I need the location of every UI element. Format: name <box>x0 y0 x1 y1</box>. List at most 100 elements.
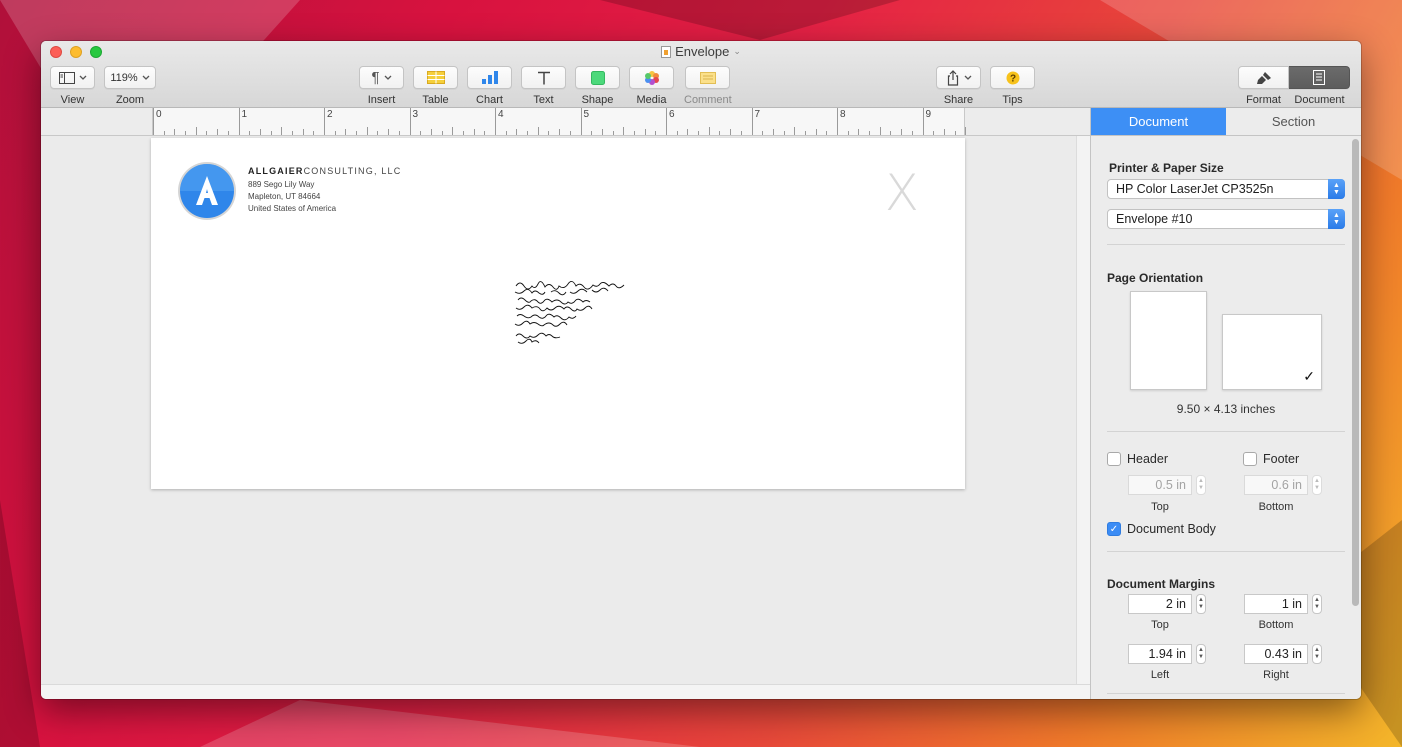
company-name: ALLGAIERCONSULTING, LLC <box>248 166 401 176</box>
share-label: Share <box>943 94 974 106</box>
address-line: Mapleton, UT 84664 <box>248 192 321 201</box>
printer-value: HP Color LaserJet CP3525n <box>1116 182 1274 196</box>
chevron-down-icon <box>384 75 391 80</box>
divider <box>1107 244 1345 245</box>
bar-chart-icon <box>481 71 498 84</box>
sidebar-icon <box>58 71 75 84</box>
envelope-page[interactable]: ALLGAIERCONSULTING, LLC 889 Sego Lily Wa… <box>151 138 965 489</box>
footer-offset-field[interactable]: 0.6 in <box>1244 475 1308 495</box>
comment-button[interactable] <box>685 66 731 89</box>
ruler-number: 3 <box>412 109 419 120</box>
printer-popup[interactable]: HP Color LaserJet CP3525n ▲ ▼ <box>1107 179 1345 199</box>
window-title[interactable]: Envelope ⌄ <box>41 44 1361 59</box>
margin-bottom-field[interactable]: 1 in <box>1244 594 1308 614</box>
inspector-body: Printer & Paper Size HP Color LaserJet C… <box>1091 136 1349 699</box>
table-label: Table <box>422 94 449 106</box>
shape-button[interactable] <box>575 66 620 89</box>
table-button[interactable] <box>413 66 458 89</box>
photos-icon <box>644 70 659 85</box>
address-line: United States of America <box>248 204 337 213</box>
comment-icon <box>699 71 716 84</box>
footer-offset-stepper[interactable]: ▲ ▼ <box>1312 475 1322 495</box>
document-body-checkbox[interactable]: ✓ <box>1107 522 1121 536</box>
divider <box>1107 551 1345 552</box>
ruler-band: 0 1 2 3 4 5 6 7 8 9 <box>152 108 966 135</box>
share-tool: Share <box>936 66 981 106</box>
tab-document[interactable]: Document <box>1091 108 1226 135</box>
footer-checkbox[interactable] <box>1243 452 1257 466</box>
footer-checkbox-label: Footer <box>1263 452 1300 466</box>
pages-document-icon <box>661 45 672 58</box>
header-offset-field[interactable]: 0.5 in <box>1128 475 1192 495</box>
margin-bottom-stepper[interactable]: ▲ ▼ <box>1312 594 1322 614</box>
stamp-placeholder: X <box>884 164 919 222</box>
text-tool: Text <box>521 66 566 106</box>
tab-section[interactable]: Section <box>1226 108 1361 135</box>
document-icon <box>1313 70 1325 85</box>
tips-button[interactable]: ? <box>990 66 1035 89</box>
document-button[interactable] <box>1289 66 1350 89</box>
document-label: Document <box>1294 94 1345 106</box>
media-label: Media <box>636 94 667 106</box>
document-body-label: Document Body <box>1127 522 1216 536</box>
ruler-number: 1 <box>241 109 248 120</box>
window-title-text: Envelope <box>675 44 730 59</box>
format-label: Format <box>1246 94 1281 106</box>
insert-button[interactable]: ¶ <box>359 66 404 89</box>
chart-button[interactable] <box>467 66 512 89</box>
comment-tool: Comment <box>684 66 732 106</box>
document-canvas[interactable]: ALLGAIERCONSULTING, LLC 889 Sego Lily Wa… <box>41 136 1076 684</box>
margin-right-stepper[interactable]: ▲ ▼ <box>1312 644 1322 664</box>
view-label: View <box>60 94 85 106</box>
document-inspector: Document Section Printer & Paper Size HP… <box>1090 108 1361 699</box>
header-offset-label: Top <box>1151 501 1169 513</box>
margin-top-stepper[interactable]: ▲ ▼ <box>1196 594 1206 614</box>
text-t-icon <box>537 71 550 84</box>
zoom-popup[interactable]: 119% <box>104 66 156 89</box>
chart-label: Chart <box>476 94 503 106</box>
divider <box>1107 431 1345 432</box>
share-button[interactable] <box>936 66 981 89</box>
header-checkbox[interactable] <box>1107 452 1121 466</box>
footer-offset-label: Bottom <box>1258 501 1294 513</box>
table-icon <box>426 71 445 84</box>
updown-arrows-icon: ▲ ▼ <box>1328 179 1345 199</box>
header-offset-stepper[interactable]: ▲ ▼ <box>1196 475 1206 495</box>
margin-top-field[interactable]: 2 in <box>1128 594 1192 614</box>
ruler-number: 7 <box>754 109 761 120</box>
landscape-orientation-option[interactable]: ✓ <box>1222 314 1322 390</box>
document-body-checkbox-row[interactable]: ✓ Document Body <box>1107 522 1216 536</box>
ruler-number: 6 <box>669 109 675 120</box>
tips-label: Tips <box>1002 94 1023 106</box>
header-checkbox-row[interactable]: Header <box>1107 452 1168 466</box>
chevron-down-icon: ⌄ <box>733 46 741 56</box>
ruler-number: 2 <box>327 109 333 120</box>
shape-tool: Shape <box>575 66 620 106</box>
margin-left-label: Left <box>1150 669 1170 681</box>
view-button[interactable] <box>50 66 95 89</box>
paper-size-popup[interactable]: Envelope #10 ▲ ▼ <box>1107 209 1345 229</box>
square-icon <box>590 70 605 85</box>
margin-right-field[interactable]: 0.43 in <box>1244 644 1308 664</box>
media-button[interactable] <box>629 66 674 89</box>
format-button[interactable] <box>1238 66 1289 89</box>
ruler-number: 4 <box>498 109 504 120</box>
portrait-orientation-option[interactable] <box>1130 291 1207 390</box>
svg-text:?: ? <box>1009 73 1015 84</box>
footer-checkbox-row[interactable]: Footer <box>1243 452 1299 466</box>
paper-size-value: Envelope #10 <box>1116 212 1193 226</box>
inspector-scrollbar[interactable] <box>1352 139 1359 606</box>
header-checkbox-label: Header <box>1127 452 1168 466</box>
company-name-rest: CONSULTING, LLC <box>303 166 402 176</box>
margin-left-stepper[interactable]: ▲ ▼ <box>1196 644 1206 664</box>
inspector-segmented-control <box>1238 66 1350 89</box>
text-button[interactable] <box>521 66 566 89</box>
horizontal-ruler[interactable]: 0 1 2 3 4 5 6 7 8 9 <box>41 108 1090 136</box>
recipient-address-scribble[interactable] <box>512 278 632 353</box>
divider <box>1107 693 1345 694</box>
margin-left-field[interactable]: 1.94 in <box>1128 644 1192 664</box>
pilcrow-icon: ¶ <box>371 69 380 86</box>
company-logo <box>178 162 236 220</box>
printer-section-title: Printer & Paper Size <box>1109 161 1224 175</box>
return-address[interactable]: ALLGAIERCONSULTING, LLC 889 Sego Lily Wa… <box>248 166 401 215</box>
